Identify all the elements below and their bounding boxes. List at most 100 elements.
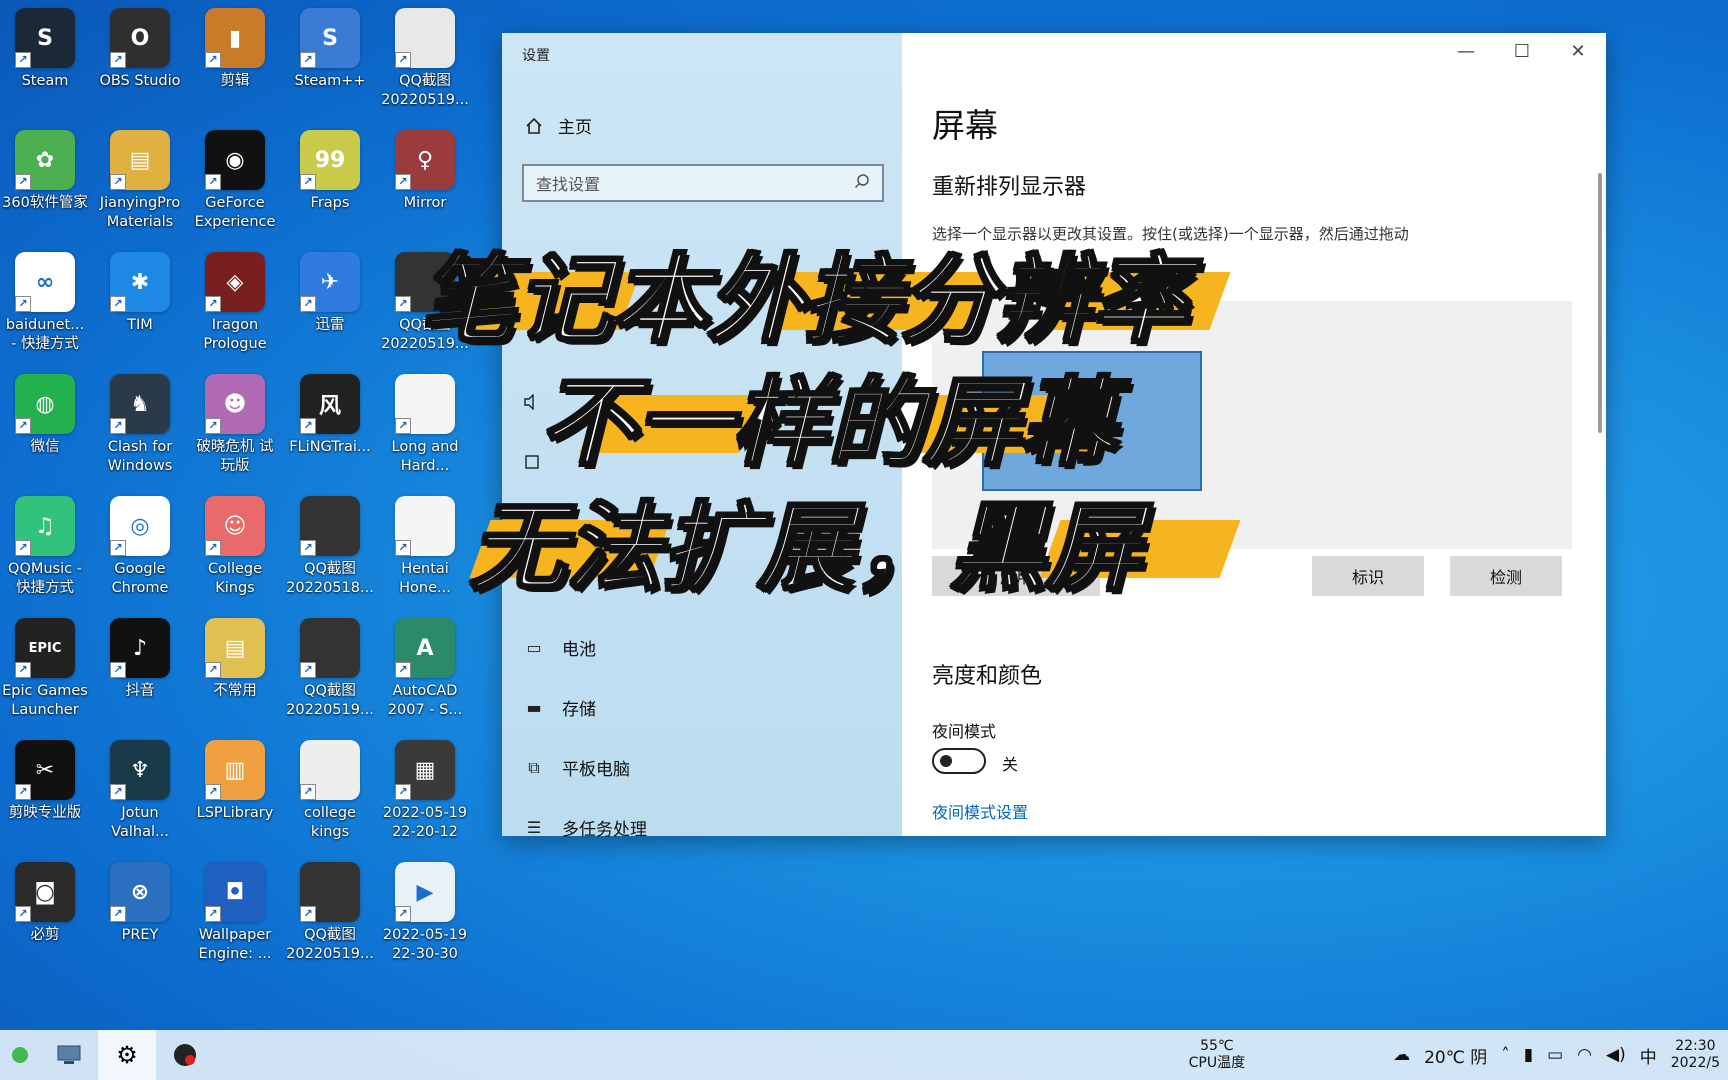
desktop-icon[interactable]: EPIC ↗ Epic Games Launcher — [0, 610, 93, 720]
desktop-icon-label: 抖音 — [125, 683, 155, 699]
display-arrangement-area[interactable] — [932, 301, 1572, 549]
desktop-icon[interactable]: A ↗ AutoCAD 2007 - S... — [377, 610, 473, 720]
microphone-icon[interactable]: ▮ — [1524, 1045, 1533, 1065]
settings-main: — ☐ ✕ 屏幕 重新排列显示器 选择一个显示器以更改其设置。按住(或选择)一个… — [902, 33, 1606, 836]
desktop-icon[interactable]: ♪ ↗ 抖音 — [92, 610, 188, 720]
desktop-icon[interactable]: ◙ ↗ 必剪 — [0, 854, 93, 964]
shortcut-arrow-icon: ↗ — [110, 784, 126, 800]
desktop-icon[interactable]: ♞ ↗ Clash for Windows — [92, 366, 188, 476]
desktop-icon[interactable]: ✱ ↗ TIM — [92, 244, 188, 354]
desktop-icon[interactable]: ✈ ↗ 迅雷 — [282, 244, 378, 354]
weather-text[interactable]: 20℃ 阴 — [1424, 1043, 1487, 1068]
volume-icon[interactable]: ◀) — [1606, 1045, 1626, 1065]
desktop-icon[interactable]: ◈ ↗ Iragon Prologue — [187, 244, 283, 354]
night-mode-toggle[interactable] — [932, 748, 986, 774]
search-input[interactable]: 查找设置 — [522, 164, 884, 202]
desktop-icon-label: Hentai Hone... — [399, 561, 451, 596]
clock-time: 22:30 — [1675, 1038, 1716, 1054]
app-icon: A ↗ — [395, 618, 455, 678]
desktop-icon[interactable]: O ↗ OBS Studio — [92, 0, 188, 110]
desktop-icon[interactable]: ▶ ↗ 2022-05-19 22-30-30 — [377, 854, 473, 964]
desktop-icon[interactable]: 风 ↗ FLiNGTrai... — [282, 366, 378, 476]
desktop-icon-label: QQ截图 20220519... — [286, 927, 374, 962]
desktop-icon[interactable]: ♆ ↗ Jotun Valhal... — [92, 732, 188, 842]
battery-icon: ▭ — [526, 638, 542, 657]
desktop-icon-label: Iragon Prologue — [203, 317, 267, 352]
scrollbar[interactable] — [1598, 173, 1602, 433]
desktop-icon[interactable]: ⊗ ↗ PREY — [92, 854, 188, 964]
taskbar-obs-icon[interactable] — [156, 1030, 214, 1080]
desktop-icon[interactable]: ↗ Hentai Hone... — [377, 488, 473, 598]
desktop-icon[interactable]: ▤ ↗ JianyingPro Materials — [92, 122, 188, 232]
desktop-icon[interactable]: ▦ ↗ 2022-05-19 22-20-12 — [377, 732, 473, 842]
desktop-icon-label: OBS Studio — [99, 73, 181, 89]
desktop-icon[interactable]: ◎ ↗ Google Chrome — [92, 488, 188, 598]
shortcut-arrow-icon: ↗ — [110, 174, 126, 190]
chevron-up-icon[interactable]: ˄ — [1501, 1045, 1510, 1065]
desktop-icon[interactable]: ▮ ↗ 剪辑 — [187, 0, 283, 110]
taskbar-computer-icon[interactable] — [40, 1030, 98, 1080]
minimize-icon[interactable]: — — [1438, 33, 1494, 69]
app-icon: ▥ ↗ — [205, 740, 265, 800]
monitor-tile[interactable] — [982, 351, 1202, 491]
shortcut-arrow-icon: ↗ — [300, 174, 316, 190]
detect-button[interactable]: 检测 — [1450, 556, 1562, 596]
desktop-icon[interactable]: ♫ ↗ QQMusic - 快捷方式 — [0, 488, 93, 598]
night-mode-settings-link[interactable]: 夜间模式设置 — [932, 799, 1028, 823]
desktop-icon[interactable]: ◉ ↗ GeForce Experience — [187, 122, 283, 232]
desktop-icon[interactable]: ▥ ↗ LSPLibrary — [187, 732, 283, 842]
ime-indicator[interactable]: 中 — [1640, 1043, 1657, 1068]
wifi-icon[interactable]: ◠ — [1577, 1045, 1592, 1065]
shortcut-arrow-icon: ↗ — [110, 540, 126, 556]
desktop-icon-label: PREY — [121, 927, 159, 943]
desktop-icon[interactable]: ♀ ↗ Mirror — [377, 122, 473, 232]
desktop-icon[interactable]: ◍ ↗ 微信 — [0, 366, 93, 476]
taskbar-settings-icon[interactable]: ⚙ — [98, 1030, 156, 1080]
desktop-icon[interactable]: ↗ QQ截图 20220518... — [282, 488, 378, 598]
app-icon: ♪ ↗ — [110, 618, 170, 678]
desktop-icon[interactable]: ✂ ↗ 剪映专业版 — [0, 732, 93, 842]
desktop-icon-label: Epic Games Launcher — [2, 683, 88, 718]
close-icon[interactable]: ✕ — [1550, 33, 1606, 69]
battery-icon[interactable]: ▭ — [1547, 1045, 1563, 1065]
desktop-icon[interactable]: ↗ QQ截图 20220519... — [282, 854, 378, 964]
desktop-icon-label: AutoCAD 2007 - S... — [387, 683, 463, 718]
desktop-icon[interactable]: ↗ Long and Hard... — [377, 366, 473, 476]
shortcut-arrow-icon: ↗ — [15, 296, 31, 312]
desktop-icon-label: Fraps — [310, 195, 350, 211]
identify-button[interactable]: 标识 — [1312, 556, 1424, 596]
app-icon: ∞ ↗ — [15, 252, 75, 312]
apply-button[interactable]: 应用 — [932, 556, 1100, 596]
desktop-icon[interactable]: ↗ QQ截图 20220519... — [282, 610, 378, 720]
cpu-temp-value: 55℃ — [1200, 1038, 1234, 1054]
desktop-icon[interactable]: ↗ QQ截图 20220519... — [377, 244, 473, 354]
desktop-icon[interactable]: ☻ ↗ 破晓危机 试 玩版 — [187, 366, 283, 476]
desktop-icon[interactable]: S ↗ Steam++ — [282, 0, 378, 110]
clock[interactable]: 22:30 2022/5 — [1671, 1038, 1720, 1072]
shortcut-arrow-icon: ↗ — [205, 418, 221, 434]
desktop-icon[interactable]: ☺ ↗ College Kings — [187, 488, 283, 598]
desktop-icon[interactable]: ∞ ↗ baidunet... - 快捷方式 — [0, 244, 93, 354]
sound-icon — [522, 393, 542, 411]
desktop-icon[interactable]: ◘ ↗ Wallpaper Engine: ... — [187, 854, 283, 964]
desktop-icon[interactable]: S ↗ Steam — [0, 0, 93, 110]
nav-multitasking[interactable]: ☰ 多任务处理 — [524, 815, 647, 840]
desktop-icon[interactable]: ↗ QQ截图 20220519... — [377, 0, 473, 110]
desktop-icon[interactable]: ✿ ↗ 360软件管家 — [0, 122, 93, 232]
desktop-icon-label: TIM — [127, 317, 153, 333]
app-icon: ☻ ↗ — [205, 374, 265, 434]
app-icon: ↗ — [300, 740, 360, 800]
desktop-icon[interactable]: 99 ↗ Fraps — [282, 122, 378, 232]
desktop-icon[interactable]: ▤ ↗ 不常用 — [187, 610, 283, 720]
nav-tablet[interactable]: ⧉ 平板电脑 — [524, 755, 630, 781]
nav-storage[interactable]: ▬ 存储 — [524, 695, 596, 720]
desktop-icon[interactable]: ↗ college kings — [282, 732, 378, 842]
nav-home[interactable]: 主页 — [524, 113, 592, 138]
maximize-icon[interactable]: ☐ — [1494, 33, 1550, 69]
cpu-temp-widget[interactable]: 55℃ CPU温度 — [1189, 1038, 1245, 1072]
shortcut-arrow-icon: ↗ — [395, 418, 411, 434]
nav-battery[interactable]: ▭ 电池 — [524, 635, 596, 660]
shortcut-arrow-icon: ↗ — [300, 906, 316, 922]
start-button[interactable] — [0, 1030, 40, 1080]
shortcut-arrow-icon: ↗ — [15, 906, 31, 922]
